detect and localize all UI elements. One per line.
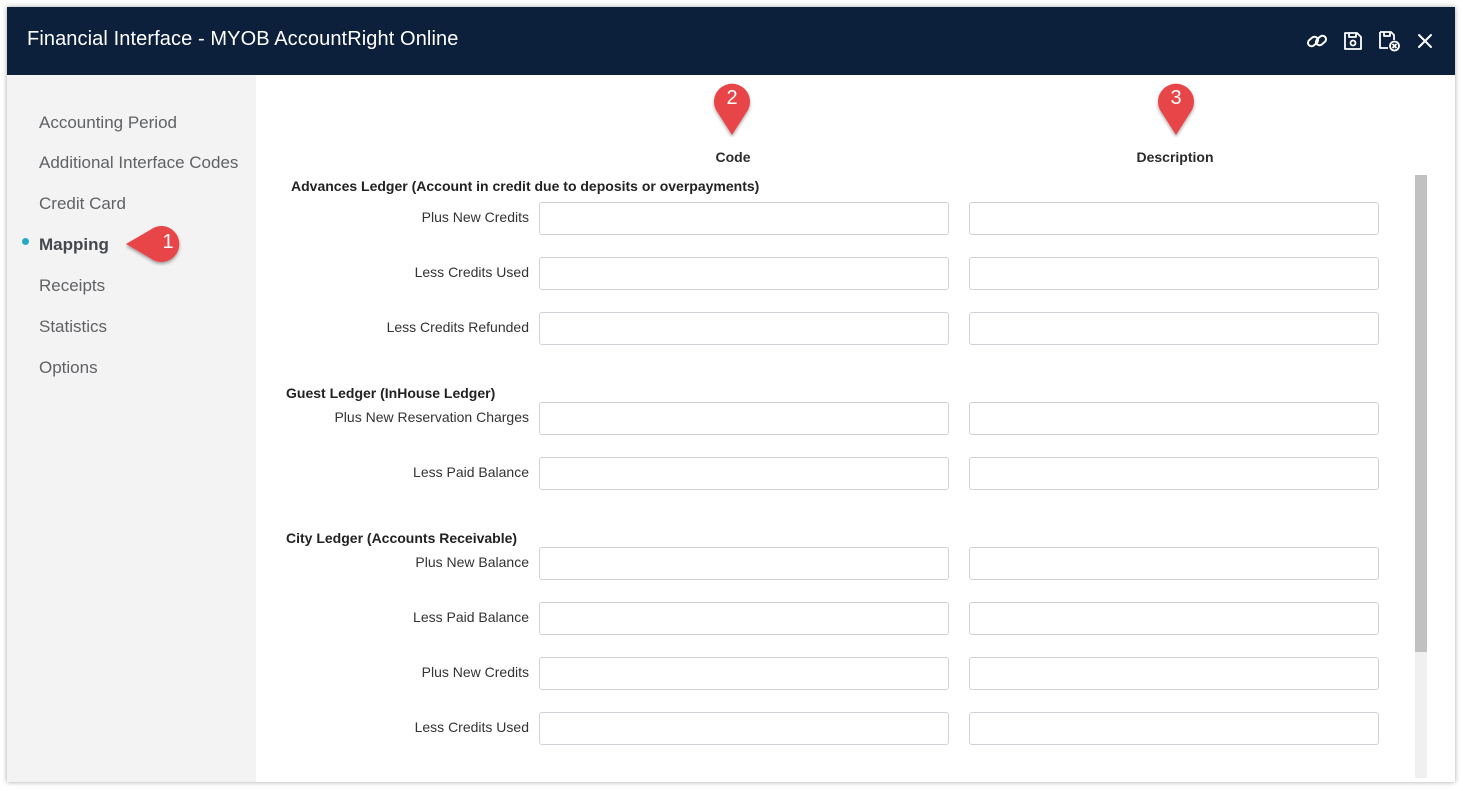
code-input[interactable] bbox=[539, 657, 949, 690]
callout-number: 2 bbox=[726, 87, 738, 109]
active-indicator-dot bbox=[22, 238, 29, 245]
title-bar-actions bbox=[1305, 29, 1437, 53]
callout-badge-3: 3 bbox=[1154, 77, 1198, 137]
code-input[interactable] bbox=[539, 602, 949, 635]
description-input[interactable] bbox=[969, 657, 1379, 690]
row-label: Less Credits Used bbox=[414, 719, 529, 735]
financial-interface-window: Financial Interface - MYOB AccountRight … bbox=[7, 7, 1455, 782]
description-input[interactable] bbox=[969, 712, 1379, 745]
row-label: Plus New Credits bbox=[421, 209, 529, 225]
link-icon[interactable] bbox=[1305, 29, 1329, 53]
section-title-city-ledger: City Ledger (Accounts Receivable) bbox=[286, 530, 518, 546]
sidebar: Accounting Period Additional Interface C… bbox=[7, 75, 256, 782]
sidebar-item-receipts[interactable]: Receipts bbox=[39, 276, 105, 296]
section-title-advances-ledger: Advances Ledger (Account in credit due t… bbox=[291, 178, 760, 194]
description-input[interactable] bbox=[969, 402, 1379, 435]
description-input[interactable] bbox=[969, 257, 1379, 290]
code-column-header: Code bbox=[715, 149, 751, 165]
row-label: Plus New Reservation Charges bbox=[334, 409, 529, 425]
callout-badge-2: 2 bbox=[710, 77, 754, 137]
sidebar-item-statistics[interactable]: Statistics bbox=[39, 317, 107, 337]
description-input[interactable] bbox=[969, 202, 1379, 235]
sidebar-item-options[interactable]: Options bbox=[39, 358, 98, 378]
sidebar-item-additional-interface-codes[interactable]: Additional Interface Codes bbox=[39, 153, 238, 173]
code-input[interactable] bbox=[539, 457, 949, 490]
code-input[interactable] bbox=[539, 547, 949, 580]
code-input[interactable] bbox=[539, 712, 949, 745]
sidebar-item-accounting-period[interactable]: Accounting Period bbox=[39, 113, 177, 133]
mapping-panel: Code Description Advances Ledger (Accoun… bbox=[256, 75, 1455, 782]
row-label: Less Paid Balance bbox=[413, 609, 529, 625]
vertical-scrollbar[interactable] bbox=[1415, 175, 1427, 778]
row-label: Less Paid Balance bbox=[413, 464, 529, 480]
callout-badge-1: 1 bbox=[126, 222, 196, 266]
description-column-header: Description bbox=[1136, 149, 1214, 165]
description-input[interactable] bbox=[969, 547, 1379, 580]
close-icon[interactable] bbox=[1413, 29, 1437, 53]
scrollbar-thumb[interactable] bbox=[1415, 175, 1427, 652]
row-label: Plus New Balance bbox=[415, 554, 529, 570]
code-input[interactable] bbox=[539, 257, 949, 290]
callout-number: 1 bbox=[162, 231, 174, 253]
save-icon[interactable] bbox=[1341, 29, 1365, 53]
code-input[interactable] bbox=[539, 402, 949, 435]
code-input[interactable] bbox=[539, 312, 949, 345]
sidebar-item-mapping[interactable]: Mapping bbox=[39, 235, 109, 255]
description-input[interactable] bbox=[969, 312, 1379, 345]
row-label: Plus New Credits bbox=[421, 664, 529, 680]
description-input[interactable] bbox=[969, 457, 1379, 490]
title-bar: Financial Interface - MYOB AccountRight … bbox=[7, 7, 1455, 75]
row-label: Less Credits Used bbox=[414, 264, 529, 280]
save-close-icon[interactable] bbox=[1377, 29, 1401, 53]
sidebar-item-credit-card[interactable]: Credit Card bbox=[39, 194, 126, 214]
code-input[interactable] bbox=[539, 202, 949, 235]
description-input[interactable] bbox=[969, 602, 1379, 635]
section-title-guest-ledger: Guest Ledger (InHouse Ledger) bbox=[286, 385, 496, 401]
window-title: Financial Interface - MYOB AccountRight … bbox=[27, 28, 459, 50]
callout-number: 3 bbox=[1170, 87, 1182, 109]
row-label: Less Credits Refunded bbox=[386, 319, 529, 335]
